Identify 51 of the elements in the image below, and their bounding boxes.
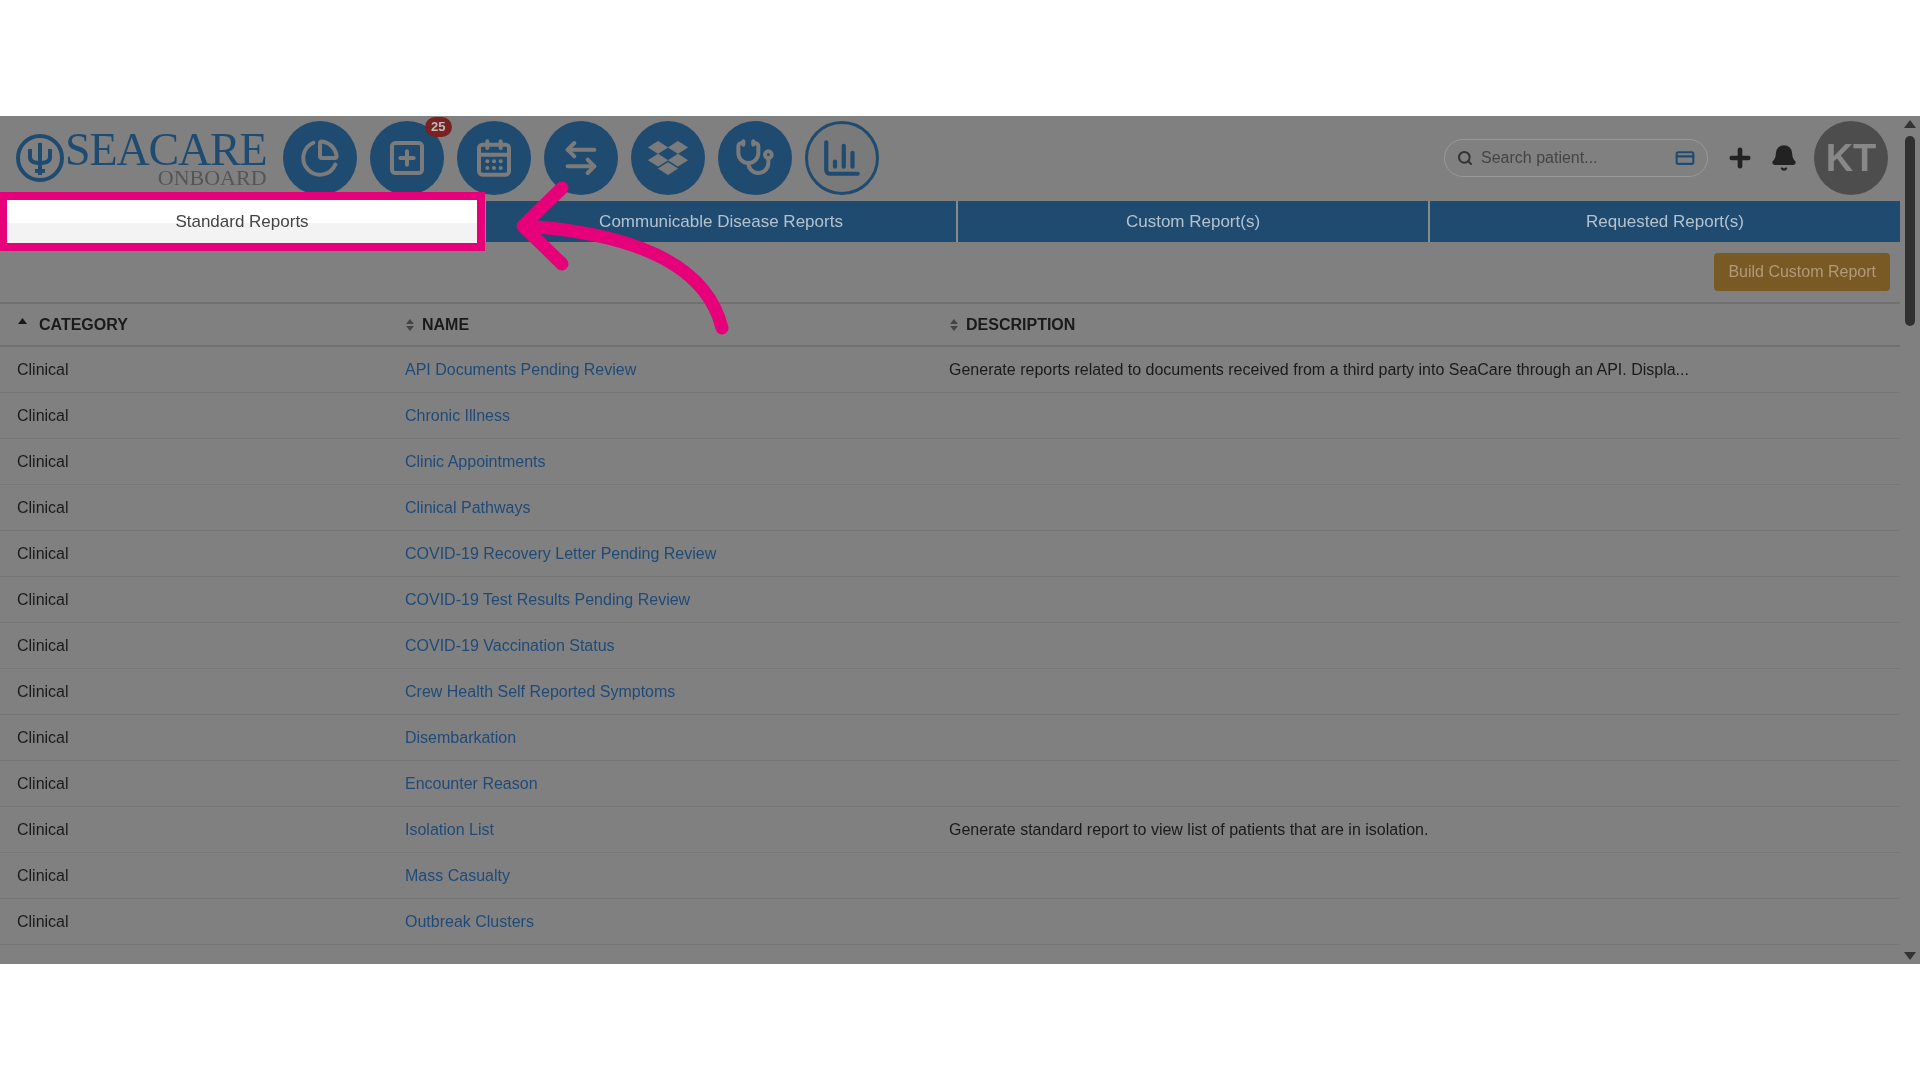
table-cell: Clinical	[17, 452, 69, 470]
pie-chart-icon	[299, 138, 340, 178]
report-tab[interactable]: Custom Report(s)	[956, 201, 1428, 242]
search-icon	[1457, 150, 1473, 166]
trident-icon	[15, 133, 65, 183]
report-tab[interactable]: Standard Reports	[0, 192, 485, 251]
report-link[interactable]: Outbreak Clusters	[405, 912, 534, 930]
report-tab[interactable]: Communicable Disease Reports	[484, 201, 956, 242]
table-cell: Clinical	[17, 406, 69, 424]
report-link[interactable]: API Documents Pending Review	[405, 360, 637, 378]
scrollbar-thumb[interactable]	[1905, 136, 1915, 326]
column-header[interactable]: NAME	[422, 312, 470, 337]
table-cell: Clinical	[17, 682, 69, 700]
scroll-down-icon	[1904, 952, 1916, 960]
table-cell: Clinical	[17, 820, 69, 838]
table-cell: Generate standard report to view list of patients that are in isolation.	[949, 820, 1429, 838]
report-link[interactable]: Isolation List	[405, 820, 494, 838]
table-cell: Clinical	[17, 728, 69, 746]
report-link[interactable]: Chronic Illness	[405, 406, 510, 424]
table-cell: Clinical	[17, 866, 69, 884]
scroll-up-icon	[1904, 120, 1916, 128]
report-link[interactable]: COVID-19 Test Results Pending Review	[405, 590, 691, 608]
report-link[interactable]: Disembarkation	[405, 728, 517, 746]
table-cell: Clinical	[17, 774, 69, 792]
table-cell: Generate reports related to documents received from a third party into SeaCare through an API. Displa...	[949, 360, 1689, 378]
table-cell: Clinical	[17, 912, 69, 930]
table-cell: Clinical	[17, 360, 69, 378]
table-cell: Clinical	[17, 636, 69, 654]
user-avatar[interactable]: KT	[1814, 121, 1888, 195]
report-link[interactable]: COVID-19 Recovery Letter Pending Review	[405, 544, 717, 562]
notification-badge: 25	[425, 117, 452, 137]
box-stack-icon	[647, 138, 688, 178]
logo-wordmark: SEACARE	[65, 127, 267, 173]
table-cell: Clinical	[17, 498, 69, 516]
card-icon	[1675, 148, 1695, 168]
table-cell: Clinical	[17, 544, 69, 562]
table-cell: Clinical	[17, 590, 69, 608]
build-custom-report-button[interactable]: Build Custom Report	[1714, 253, 1890, 291]
report-link[interactable]: Mass Casualty	[405, 866, 510, 884]
column-header[interactable]: CATEGORY	[39, 312, 128, 337]
search-field[interactable]: Search patient...	[1481, 146, 1667, 170]
report-link[interactable]: Encounter Reason	[405, 774, 538, 792]
report-link[interactable]: Clinical Pathways	[405, 498, 531, 516]
stethoscope-icon	[734, 138, 775, 178]
column-header[interactable]: DESCRIPTION	[966, 312, 1076, 337]
report-link[interactable]: Crew Health Self Reported Symptoms	[405, 682, 676, 700]
report-link[interactable]: COVID-19 Vaccination Status	[405, 636, 615, 654]
report-link[interactable]: Clinic Appointments	[405, 452, 546, 470]
notifications-button[interactable]	[1770, 144, 1798, 172]
report-tab[interactable]: Requested Report(s)	[1428, 201, 1900, 242]
nav-button[interactable]	[369, 121, 444, 195]
